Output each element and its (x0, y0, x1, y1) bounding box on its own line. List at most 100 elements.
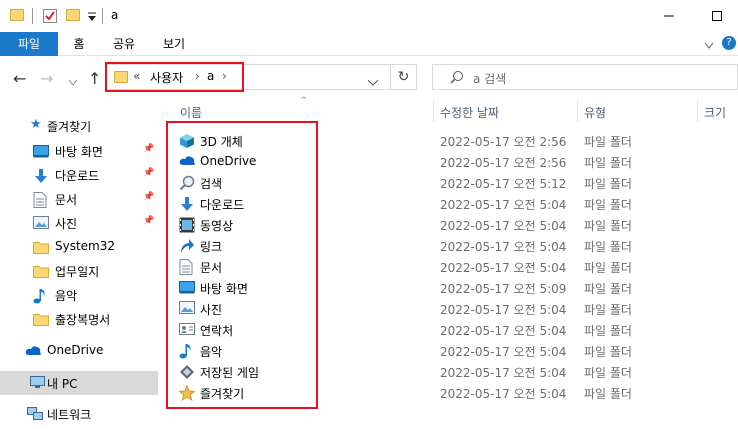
title-bar: a (0, 0, 738, 32)
divider (32, 8, 33, 24)
sidebar-item-network[interactable]: 네트워크 (0, 402, 158, 426)
file-list-highlight-box (166, 121, 318, 409)
sidebar-item[interactable]: 바탕 화면 📌 (0, 139, 158, 163)
refresh-button[interactable]: ↻ (390, 64, 417, 90)
sidebar-item[interactable]: 문서 📌 (0, 187, 158, 211)
file-modified: 2022-05-17 오전 5:09 (440, 282, 567, 296)
divider (102, 8, 103, 24)
back-arrow-icon[interactable]: ← (13, 69, 26, 88)
new-folder-icon[interactable] (66, 9, 80, 21)
file-modified: 2022-05-17 오전 5:04 (440, 219, 567, 233)
sidebar-item[interactable]: 다운로드 📌 (0, 163, 158, 187)
ribbon-tabs: 파일 홈 공유 보기 ? (0, 32, 738, 56)
column-header-size[interactable]: 크기 (704, 104, 726, 121)
column-divider[interactable] (433, 100, 434, 122)
download-icon (33, 168, 48, 183)
network-icon (27, 407, 43, 421)
column-divider[interactable] (577, 100, 578, 122)
column-header-name[interactable]: 이름 (180, 104, 202, 121)
file-type: 파일 폴더 (584, 135, 632, 149)
forward-arrow-icon[interactable]: → (40, 69, 53, 88)
column-header-modified[interactable]: 수정한 날짜 (440, 104, 499, 121)
sidebar-item-label: 업무일지 (55, 265, 100, 279)
file-modified: 2022-05-17 오전 2:56 (440, 135, 567, 149)
tab-share[interactable]: 공유 (102, 32, 146, 56)
tab-file[interactable]: 파일 (0, 32, 58, 56)
folder-icon (33, 312, 49, 326)
search-box[interactable]: a 검색 (432, 64, 738, 90)
file-modified: 2022-05-17 오전 5:04 (440, 345, 567, 359)
file-type: 파일 폴더 (584, 345, 632, 359)
file-modified: 2022-05-17 오전 5:04 (440, 198, 567, 212)
sidebar-item-label: 네트워크 (47, 408, 92, 422)
properties-icon[interactable] (43, 9, 57, 23)
file-type: 파일 폴더 (584, 324, 632, 338)
sidebar-item-this-pc[interactable]: 내 PC (0, 371, 158, 395)
minimize-button[interactable] (646, 0, 692, 32)
file-type: 파일 폴더 (584, 261, 632, 275)
file-modified: 2022-05-17 오전 5:04 (440, 261, 567, 275)
sidebar-item-quick-access[interactable]: ★ 즐겨찾기 (0, 114, 158, 138)
sidebar-item-label: System32 (55, 239, 116, 253)
up-arrow-icon[interactable]: ↑ (88, 69, 101, 88)
onedrive-icon (25, 344, 41, 358)
column-header-type[interactable]: 유형 (584, 104, 606, 121)
folder-icon (33, 240, 49, 254)
music-icon (33, 288, 48, 304)
navigation-bar: ← → ↑ « 사용자 › a › ↻ a 검색 (0, 56, 738, 100)
file-modified: 2022-05-17 오전 5:04 (440, 387, 567, 401)
search-icon (450, 70, 464, 87)
file-type: 파일 폴더 (584, 198, 632, 212)
refresh-icon: ↻ (397, 69, 410, 85)
sidebar-item-label: 내 PC (47, 377, 78, 391)
sidebar-item[interactable]: 음악 (0, 283, 158, 307)
file-type: 파일 폴더 (584, 156, 632, 170)
sidebar-item-label: 출장복명서 (55, 313, 111, 327)
folder-icon (10, 9, 24, 21)
sidebar-item-label: 다운로드 (55, 169, 100, 183)
file-type: 파일 폴더 (584, 219, 632, 233)
star-icon: ★ (30, 117, 42, 132)
computer-icon (30, 376, 45, 390)
sort-ascending-icon: ^ (300, 96, 308, 106)
sidebar-item[interactable]: 사진 📌 (0, 211, 158, 235)
maximize-button[interactable] (692, 0, 738, 32)
pin-icon[interactable]: 📌 (143, 144, 154, 154)
document-icon (33, 192, 48, 208)
sidebar-item[interactable]: 출장복명서 (0, 307, 158, 331)
sidebar-item-label: 바탕 화면 (55, 145, 103, 159)
tab-home[interactable]: 홈 (62, 32, 96, 56)
pin-icon[interactable]: 📌 (143, 168, 154, 178)
pin-icon[interactable]: 📌 (143, 192, 154, 202)
sidebar-item-label: OneDrive (47, 343, 104, 357)
file-modified: 2022-05-17 오전 5:04 (440, 303, 567, 317)
customize-quick-access-icon[interactable] (87, 11, 101, 25)
file-type: 파일 폴더 (584, 303, 632, 317)
sidebar-item[interactable]: System32 (0, 235, 158, 259)
search-placeholder: a 검색 (473, 72, 507, 86)
picture-icon (33, 216, 49, 230)
file-type: 파일 폴더 (584, 366, 632, 380)
help-icon[interactable]: ? (722, 36, 736, 50)
file-modified: 2022-05-17 오전 5:04 (440, 240, 567, 254)
file-modified: 2022-05-17 오전 5:04 (440, 366, 567, 380)
sidebar-item-label: 음악 (55, 289, 78, 303)
recent-locations-icon[interactable] (68, 75, 78, 89)
navigation-pane: ★ 즐겨찾기 바탕 화면 📌 다운로드 📌 문서 📌 사진 📌 System32 업무일지 음악 출장… (0, 100, 160, 429)
sidebar-item-label: 즐겨찾기 (47, 120, 92, 134)
file-modified: 2022-05-17 오전 5:12 (440, 177, 567, 191)
expand-ribbon-icon[interactable] (704, 39, 714, 53)
column-divider[interactable] (697, 100, 698, 122)
file-type: 파일 폴더 (584, 240, 632, 254)
desktop-icon (33, 144, 49, 158)
tab-view[interactable]: 보기 (152, 32, 196, 56)
pin-icon[interactable]: 📌 (143, 216, 154, 226)
sidebar-item-onedrive[interactable]: OneDrive (0, 339, 158, 363)
sidebar-item-label: 문서 (55, 193, 78, 207)
address-highlight-box (105, 62, 244, 92)
file-type: 파일 폴더 (584, 282, 632, 296)
file-modified: 2022-05-17 오전 2:56 (440, 156, 567, 170)
address-dropdown-icon[interactable] (367, 75, 379, 89)
file-modified: 2022-05-17 오전 5:04 (440, 324, 567, 338)
sidebar-item[interactable]: 업무일지 (0, 259, 158, 283)
